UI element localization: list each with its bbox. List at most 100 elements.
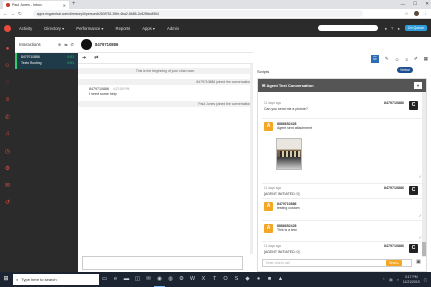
url-field[interactable]: apps.ringcentral.com/directory/#/person/… <box>32 10 363 17</box>
menu-apps[interactable]: Apps ▾ <box>142 26 155 31</box>
store-icon[interactable]: ◫ <box>132 272 143 287</box>
interaction-item[interactable]: 8479710886 0:01 Texts Routing 0:01 <box>15 53 78 69</box>
menu-reports[interactable]: Reports <box>116 26 131 31</box>
user-icon[interactable]: ● <box>397 26 400 31</box>
phone-icon[interactable]: ✆ <box>0 112 15 122</box>
send-button[interactable]: Send ▸ <box>386 260 402 266</box>
chat-compose-input[interactable] <box>82 256 243 270</box>
message-text: This is a test <box>277 228 297 232</box>
scripts-label: Scripts <box>257 69 270 74</box>
firefox-icon[interactable]: ◍ <box>165 272 176 287</box>
menu-directory[interactable]: Directory ▾ <box>44 26 64 31</box>
notes-tab-icon[interactable]: ✎ <box>385 56 389 62</box>
message-ago: 11 days ago <box>264 244 282 248</box>
chevron-down-icon[interactable]: ▾ <box>414 82 422 89</box>
new-tab-button[interactable]: + <box>72 1 76 7</box>
scripts-tab-icon[interactable]: ☰ <box>370 55 379 63</box>
file-explorer-icon[interactable]: ▬ <box>121 272 132 287</box>
divider <box>262 220 422 221</box>
headset-icon[interactable]: ♫ <box>0 129 15 139</box>
message-text: [AGENT INITIATED: 0] <box>264 192 300 196</box>
chat-scrollbar[interactable] <box>250 64 253 254</box>
settings-icon[interactable]: ⚙ <box>0 163 15 173</box>
on-queue-button[interactable]: On Queue <box>404 25 427 31</box>
app-icon-4[interactable]: ▲ <box>275 272 286 287</box>
mail-icon[interactable]: ✉ <box>143 272 154 287</box>
interactions-title: Interactions <box>19 42 41 47</box>
attachment-image[interactable] <box>276 138 302 170</box>
excel-icon[interactable]: X <box>198 272 209 287</box>
contact-tab-icon[interactable]: ☺ <box>395 57 400 62</box>
callback-icon[interactable]: ↺ <box>0 197 15 207</box>
interaction-queue: Texts Routing <box>21 60 42 65</box>
reload-icon[interactable]: ↻ <box>18 11 22 17</box>
menu-performance[interactable]: Performance ▾ <box>76 26 103 31</box>
back-icon[interactable]: ← <box>3 11 8 16</box>
forward-arrow-icon[interactable]: ➜ <box>82 55 86 61</box>
app-logo-icon[interactable] <box>4 24 11 32</box>
interactions-header: Interactions ⊕ ⇆ ✆ <box>15 37 78 53</box>
forward-icon[interactable]: → <box>11 11 16 16</box>
browser-tab[interactable]: Paul Jones - Inbox ✕ <box>3 1 69 9</box>
filter-icon[interactable]: ⊕ <box>58 42 61 47</box>
maximize-button[interactable]: ☐ <box>413 1 417 7</box>
close-tab-icon[interactable]: ✕ <box>63 3 66 8</box>
divider <box>262 198 422 199</box>
details-tab-icon[interactable]: ≡ <box>405 57 408 62</box>
profile-avatar[interactable] <box>413 11 419 16</box>
tray-up-icon[interactable]: ⌃ <box>382 278 385 282</box>
notification-icon[interactable]: ● <box>384 26 387 31</box>
help-icon[interactable]: ? <box>391 26 393 31</box>
browser-menu-icon[interactable]: ⋮ <box>424 11 429 17</box>
notifications-icon[interactable]: ▢ <box>424 278 427 282</box>
settings-app-icon[interactable]: ⚙ <box>176 272 187 287</box>
profile-icon[interactable]: ● <box>0 44 15 54</box>
clock-date: 11/21/2019 <box>402 279 420 284</box>
minimize-button[interactable]: — <box>401 2 406 7</box>
nav-search-input[interactable] <box>318 25 379 31</box>
bookmark-star-icon[interactable]: ☆ <box>404 11 408 17</box>
word-icon[interactable]: W <box>187 272 198 287</box>
close-window-button[interactable]: ✕ <box>425 1 429 7</box>
attach-image-icon[interactable]: ▣ <box>414 259 423 267</box>
dial-icon[interactable]: ✆ <box>71 42 74 47</box>
agent-badge: A <box>264 224 273 233</box>
volume-icon[interactable]: ◖ <box>397 278 399 282</box>
chrome-icon[interactable]: ◉ <box>154 272 165 287</box>
history-icon[interactable]: ◷ <box>0 146 15 156</box>
panel-scrollbar[interactable] <box>422 92 426 257</box>
edge-icon[interactable]: e <box>110 272 121 287</box>
outlook-icon[interactable]: O <box>220 272 231 287</box>
favicon-icon <box>6 3 10 7</box>
menu-activity[interactable]: Activity <box>19 26 32 31</box>
edit-tab-icon[interactable]: ✐ <box>414 56 418 62</box>
transfer-icon[interactable]: ⇆ <box>64 42 67 47</box>
customer-message: 11 days ago 8479710886 C Can you send me… <box>264 101 420 111</box>
start-button-icon[interactable]: ⊞ <box>0 272 12 287</box>
chat-icon[interactable]: ◌ <box>0 78 15 88</box>
grid-tab-icon[interactable]: ▦ <box>424 56 428 62</box>
transfer-chat-icon[interactable]: ⇄ <box>94 55 98 61</box>
windows-taskbar: ⊞ ⌕ Type here to search ▭ e ▬ ◫ ✉ ◉ ◍ ⚙ … <box>0 272 431 287</box>
panel-title: Agent Text Conversation <box>266 83 314 88</box>
interactions-list: 8479710886 0:01 Texts Routing 0:01 <box>15 53 78 272</box>
message-number: 8479710886 <box>384 101 404 105</box>
skype-icon[interactable]: S <box>231 272 242 287</box>
divider <box>262 241 422 242</box>
app-icon-2[interactable]: ● <box>253 272 264 287</box>
inbox-icon[interactable]: ✉ <box>0 180 15 190</box>
clock[interactable]: 3:17 PM 11/21/2019 <box>403 275 420 284</box>
message-number: 8479710886 <box>384 186 404 190</box>
right-pane-tools: ☰ ✎ ☺ ≡ ✐ ▦ <box>370 55 428 63</box>
menu-admin[interactable]: Admin <box>167 26 179 31</box>
app-icon-3[interactable]: ■ <box>264 272 275 287</box>
network-icon[interactable]: ▤ <box>389 278 392 282</box>
scrollbar-thumb[interactable] <box>422 242 426 256</box>
teams-icon[interactable]: T <box>209 272 220 287</box>
task-view-icon[interactable]: ▭ <box>99 272 110 287</box>
verbal-toggle[interactable]: Verbal <box>397 67 413 73</box>
taskbar-search[interactable]: ⌕ Type here to search <box>13 274 99 285</box>
app-icon[interactable]: ◆ <box>242 272 253 287</box>
contacts-icon[interactable]: ☺ <box>0 61 15 71</box>
queue-icon[interactable]: ≡ <box>0 95 15 105</box>
